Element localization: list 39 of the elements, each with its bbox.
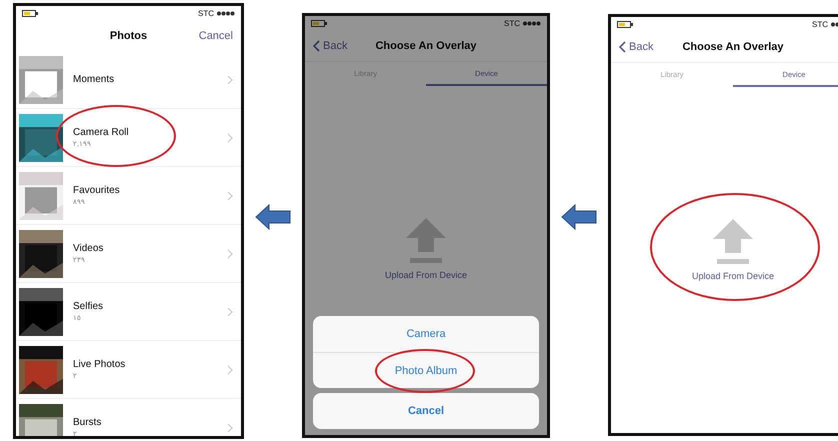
cancel-button[interactable]: Cancel bbox=[313, 393, 539, 429]
screen-title: Choose An Overlay bbox=[682, 41, 784, 53]
album-name: Camera Roll bbox=[73, 127, 130, 138]
arrow-icon bbox=[561, 204, 597, 230]
upload-label[interactable]: Upload From Device bbox=[384, 270, 468, 280]
cancel-button[interactable]: Cancel bbox=[198, 30, 233, 42]
carrier-label: STC bbox=[198, 9, 214, 18]
chevron-icon bbox=[227, 190, 233, 200]
arrow-icon bbox=[255, 204, 291, 230]
chevron-icon bbox=[227, 422, 233, 432]
upload-icon[interactable] bbox=[711, 217, 755, 265]
battery-icon bbox=[311, 20, 327, 27]
album-name: Favourites bbox=[73, 185, 121, 196]
chevron-icon bbox=[227, 248, 233, 258]
back-button[interactable]: Back bbox=[313, 40, 348, 52]
album-name: Videos bbox=[73, 243, 104, 254]
chevron-icon bbox=[227, 306, 233, 316]
battery-icon bbox=[617, 21, 633, 28]
screen-title: Choose An Overlay bbox=[375, 40, 477, 52]
chevron-icon bbox=[227, 364, 233, 374]
carrier-label: STC bbox=[812, 20, 828, 29]
battery-icon bbox=[22, 10, 38, 17]
upload-icon[interactable] bbox=[404, 216, 448, 264]
back-button[interactable]: Back bbox=[619, 41, 654, 53]
sheet-option[interactable]: Camera bbox=[313, 316, 539, 352]
album-row[interactable]: Moments bbox=[16, 51, 241, 109]
chevron-icon bbox=[227, 74, 233, 84]
carrier-label: STC bbox=[504, 19, 520, 28]
upload-label[interactable]: Upload From Device bbox=[692, 271, 774, 281]
signal-icon bbox=[523, 21, 541, 26]
screen-title: Photos bbox=[110, 30, 148, 42]
back-chevron-icon bbox=[619, 41, 626, 53]
album-name: Selfies bbox=[73, 301, 104, 312]
album-name: Live Photos bbox=[73, 359, 126, 370]
album-name: Bursts bbox=[73, 417, 102, 428]
signal-icon bbox=[217, 11, 235, 16]
back-chevron-icon bbox=[313, 40, 320, 52]
album-name: Moments bbox=[73, 74, 116, 85]
chevron-icon bbox=[227, 132, 233, 142]
